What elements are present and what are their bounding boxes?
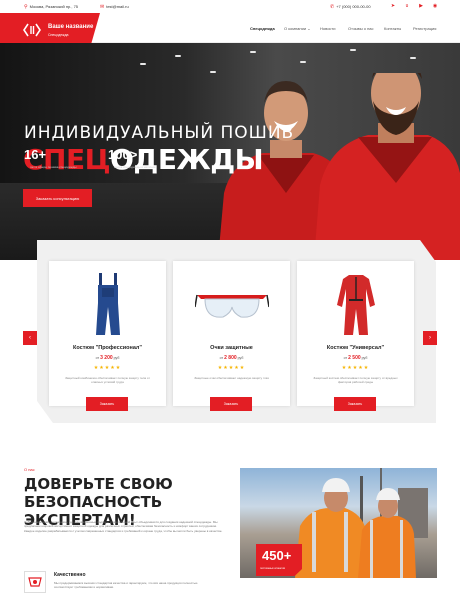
location-icon: ⚲ xyxy=(24,4,28,10)
nav-item-contacts[interactable]: Контакты xyxy=(384,26,401,31)
product-name: Костюм "Профессионал" xyxy=(73,345,142,351)
email-text: test@mail.ru xyxy=(106,4,129,9)
ceiling-light xyxy=(350,49,356,51)
quality-title: Качественно xyxy=(54,572,86,578)
address: ⚲ Москва, Рязанский пр., 75 xyxy=(24,4,78,10)
goggles-image xyxy=(195,294,269,318)
product-card[interactable]: Костюм "Профессионал" от 3 200 руб ★★★★★… xyxy=(49,261,166,411)
address-text: Москва, Рязанский пр., 75 xyxy=(29,4,79,9)
product-name: Очки защитные xyxy=(210,345,253,351)
quality-icon-box xyxy=(24,571,46,593)
hero-title: СПЕЦОДЕЖДЫ xyxy=(23,143,264,176)
brand-name: Ваше название xyxy=(48,24,94,30)
about-text: Добро пожаловать в компанию, где инновац… xyxy=(24,520,223,533)
about-tag: О нас xyxy=(24,467,35,472)
nav-about-label: О компании xyxy=(284,26,307,31)
ceiling-light xyxy=(140,63,146,65)
nav-item-specodezhda[interactable]: Спецодежда xyxy=(250,26,275,31)
youtube-icon[interactable]: ▶ xyxy=(418,3,424,9)
rating-stars: ★★★★★ xyxy=(341,365,370,371)
rating-stars: ★★★★★ xyxy=(93,365,122,371)
order-button[interactable]: Заказать xyxy=(334,397,376,411)
price-prefix: от xyxy=(219,356,224,360)
phone-text: +7 (000) 000-00-00 xyxy=(336,4,371,9)
stat-types-value: 100> xyxy=(108,147,138,162)
phone-icon: ✆ xyxy=(330,4,335,10)
carousel-next-button[interactable]: › xyxy=(423,331,437,345)
consultation-button[interactable]: Заказать консультацию xyxy=(23,189,92,207)
ceiling-light xyxy=(410,57,416,59)
nav-item-register[interactable]: Регистрация xyxy=(413,26,436,31)
suit-image xyxy=(337,275,375,335)
price-currency: руб xyxy=(113,356,120,360)
order-button[interactable]: Заказать xyxy=(210,397,252,411)
product-description: Защитные очки обеспечивают надежную защи… xyxy=(194,376,269,380)
nav-item-reviews[interactable]: Отзывы о нас xyxy=(348,26,374,31)
ceiling-light xyxy=(210,71,216,73)
phone-link[interactable]: ✆ +7 (000) 000-00-00 xyxy=(330,4,371,10)
chevron-left-icon: ‹ xyxy=(29,335,31,341)
price-currency: руб xyxy=(237,356,244,360)
quality-text: Мы придерживаемся высоких стандартов кач… xyxy=(54,581,198,589)
price-value: 3 200 xyxy=(100,355,113,361)
stat-years-value: 16+ xyxy=(24,147,47,162)
clients-badge: 450+ постоянных клиентов xyxy=(256,544,302,576)
order-button[interactable]: Заказать xyxy=(86,397,128,411)
stat-types-text: видов спецодежды в наличии xyxy=(114,165,156,169)
price-value: 2 800 xyxy=(224,355,237,361)
product-price: от 3 200 руб xyxy=(49,355,166,361)
rating-stars: ★★★★★ xyxy=(217,365,246,371)
vk-icon[interactable]: ʋ xyxy=(404,3,410,9)
price-prefix: от xyxy=(95,356,100,360)
telegram-icon[interactable]: ➤ xyxy=(390,3,396,9)
hero-subtitle: ИНДИВИДУАЛЬНЫЙ ПОШИВ xyxy=(24,123,295,143)
ceiling-light xyxy=(250,51,256,53)
topbar: ⚲ Москва, Рязанский пр., 75 ✉ test@mail.ru… xyxy=(0,0,460,13)
ceiling-light xyxy=(175,55,181,57)
whatsapp-icon[interactable]: ◉ xyxy=(432,3,438,9)
nav-item-news[interactable]: Новости xyxy=(320,26,335,31)
product-name: Костюм "Универсал" xyxy=(326,345,385,351)
carousel-prev-button[interactable]: ‹ xyxy=(23,331,37,345)
mail-icon: ✉ xyxy=(100,4,105,10)
price-currency: руб xyxy=(361,356,368,360)
logo-icon xyxy=(23,23,41,37)
hero-banner: ИНДИВИДУАЛЬНЫЙ ПОШИВ СПЕЦОДЕЖДЫ 16+ лет … xyxy=(0,43,460,260)
product-card[interactable]: Костюм "Универсал" от 2 500 руб ★★★★★ За… xyxy=(297,261,414,411)
product-description: Защитный комбинезон обеспечивает полную … xyxy=(65,376,150,384)
product-description: Защитный костюм обеспечивает полную защи… xyxy=(313,376,398,384)
price-prefix: от xyxy=(343,356,348,360)
ceiling-light xyxy=(300,61,306,63)
product-price: от 2 500 руб xyxy=(297,355,414,361)
clients-count: 450+ xyxy=(262,548,292,563)
email-link[interactable]: ✉ test@mail.ru xyxy=(100,4,129,10)
price-value: 2 500 xyxy=(348,355,361,361)
brand-subtitle: Спецодежда xyxy=(48,33,69,37)
chevron-right-icon: › xyxy=(429,335,431,341)
product-card[interactable]: Очки защитные от 2 800 руб ★★★★★ Защитны… xyxy=(173,261,290,411)
chevron-down-icon: ⌄ xyxy=(307,26,311,31)
nav-item-about[interactable]: О компании ⌄ xyxy=(284,26,311,31)
overalls-image xyxy=(96,273,120,335)
clients-label: постоянных клиентов xyxy=(260,567,285,570)
quality-icon xyxy=(28,577,42,587)
product-price: от 2 800 руб xyxy=(173,355,290,361)
stat-years-text: лет в сфере пошива спецодежды xyxy=(30,165,77,169)
